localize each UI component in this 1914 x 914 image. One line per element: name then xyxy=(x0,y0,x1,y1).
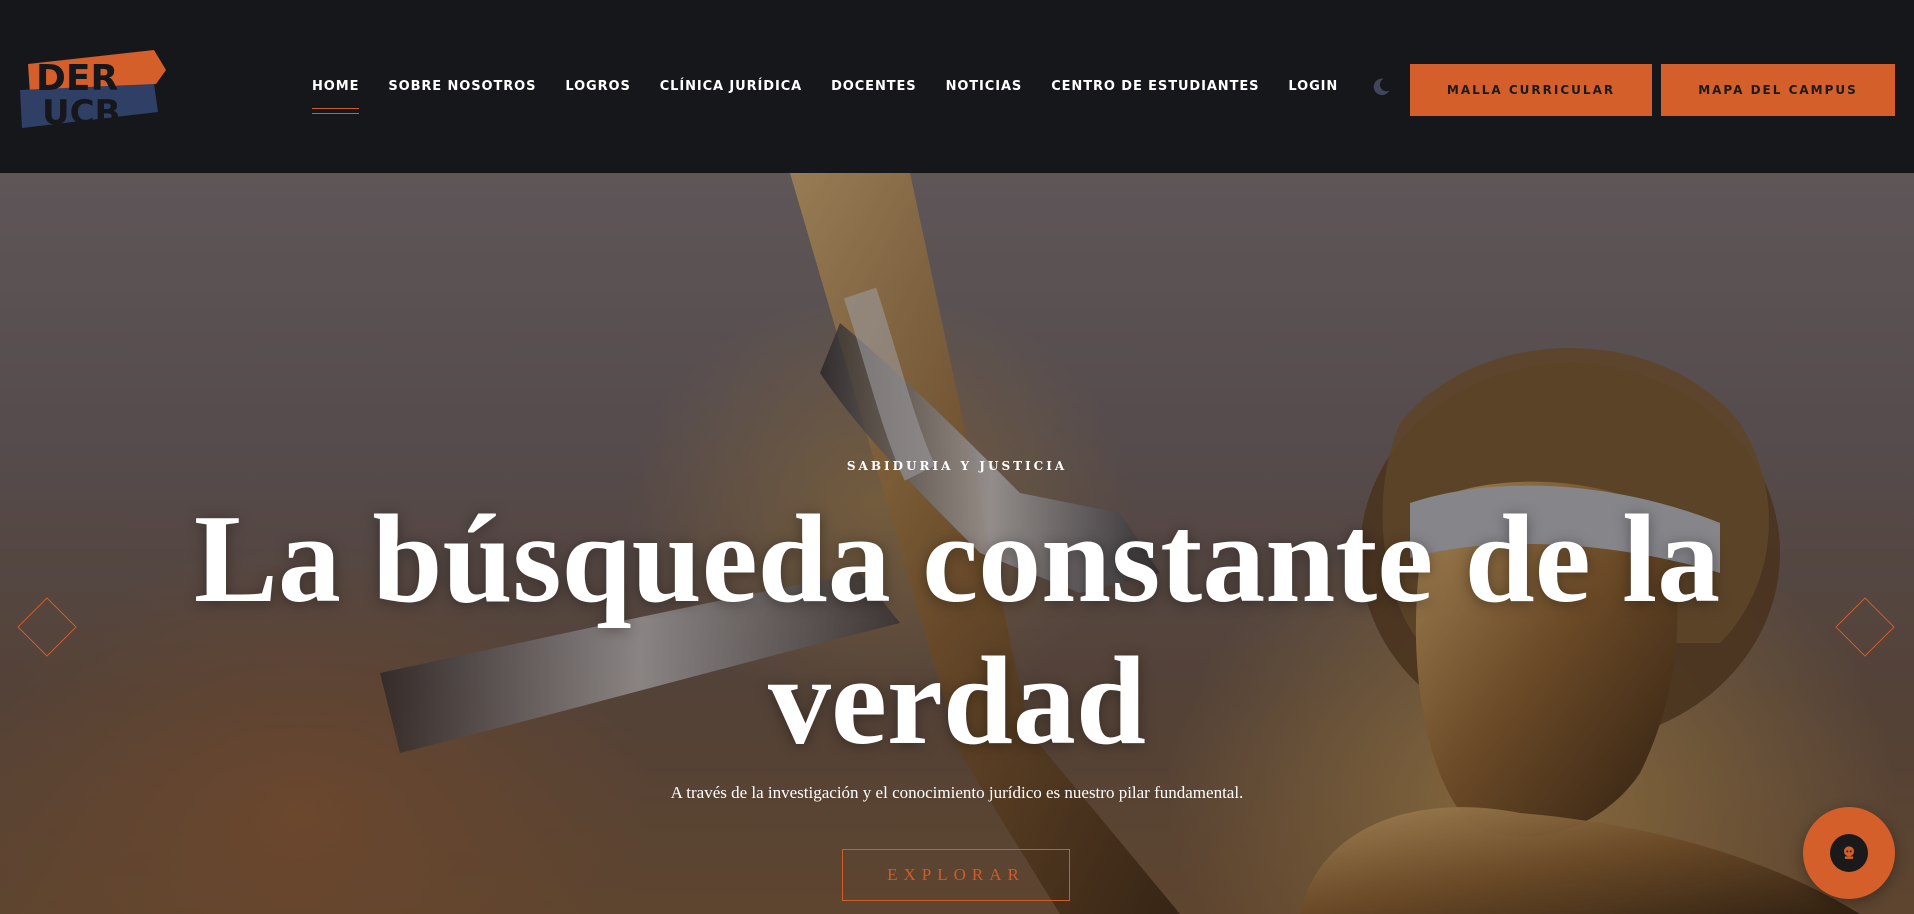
site-logo[interactable]: DER UCB xyxy=(16,50,168,132)
main-nav: HOME SOBRE NOSOTROS LOGROS CLÍNICA JURÍD… xyxy=(312,0,1392,173)
nav-noticias[interactable]: NOTICIAS xyxy=(946,79,1023,94)
hero-headline-line2: verdad xyxy=(768,632,1146,771)
nav-home[interactable]: HOME xyxy=(312,79,360,114)
malla-curricular-button[interactable]: MALLA CURRICULAR xyxy=(1410,64,1652,116)
hero-banner: SABIDURIA Y JUSTICIA La búsqueda constan… xyxy=(0,173,1914,914)
nav-login[interactable]: LOGIN xyxy=(1288,79,1338,94)
hero-lead: A través de la investigación y el conoci… xyxy=(670,783,1244,802)
nav-clinica-juridica[interactable]: CLÍNICA JURÍDICA xyxy=(660,79,802,94)
site-header: DER UCB HOME SOBRE NOSOTROS LOGROS CLÍNI… xyxy=(0,0,1914,173)
mapa-campus-button[interactable]: MAPA DEL CAMPUS xyxy=(1661,64,1895,116)
moon-icon[interactable] xyxy=(1370,76,1392,98)
explorar-button[interactable]: EXPLORAR xyxy=(842,849,1070,901)
logo-icon: DER UCB xyxy=(20,50,166,132)
hero-headline-line1: La búsqueda constante de la xyxy=(193,490,1721,629)
nav-centro-estudiantes[interactable]: CENTRO DE ESTUDIANTES xyxy=(1051,79,1259,94)
chatbot-button[interactable] xyxy=(1803,807,1895,899)
nav-logros[interactable]: LOGROS xyxy=(565,79,630,94)
hero-kicker: SABIDURIA Y JUSTICIA xyxy=(846,459,1068,473)
nav-docentes[interactable]: DOCENTES xyxy=(831,79,916,94)
logo-text-ucb: UCB xyxy=(42,93,120,132)
hero-headline: La búsqueda constante de la verdad xyxy=(110,489,1804,773)
chatbot-icon xyxy=(1830,834,1868,872)
nav-sobre-nosotros[interactable]: SOBRE NOSOTROS xyxy=(388,79,536,94)
